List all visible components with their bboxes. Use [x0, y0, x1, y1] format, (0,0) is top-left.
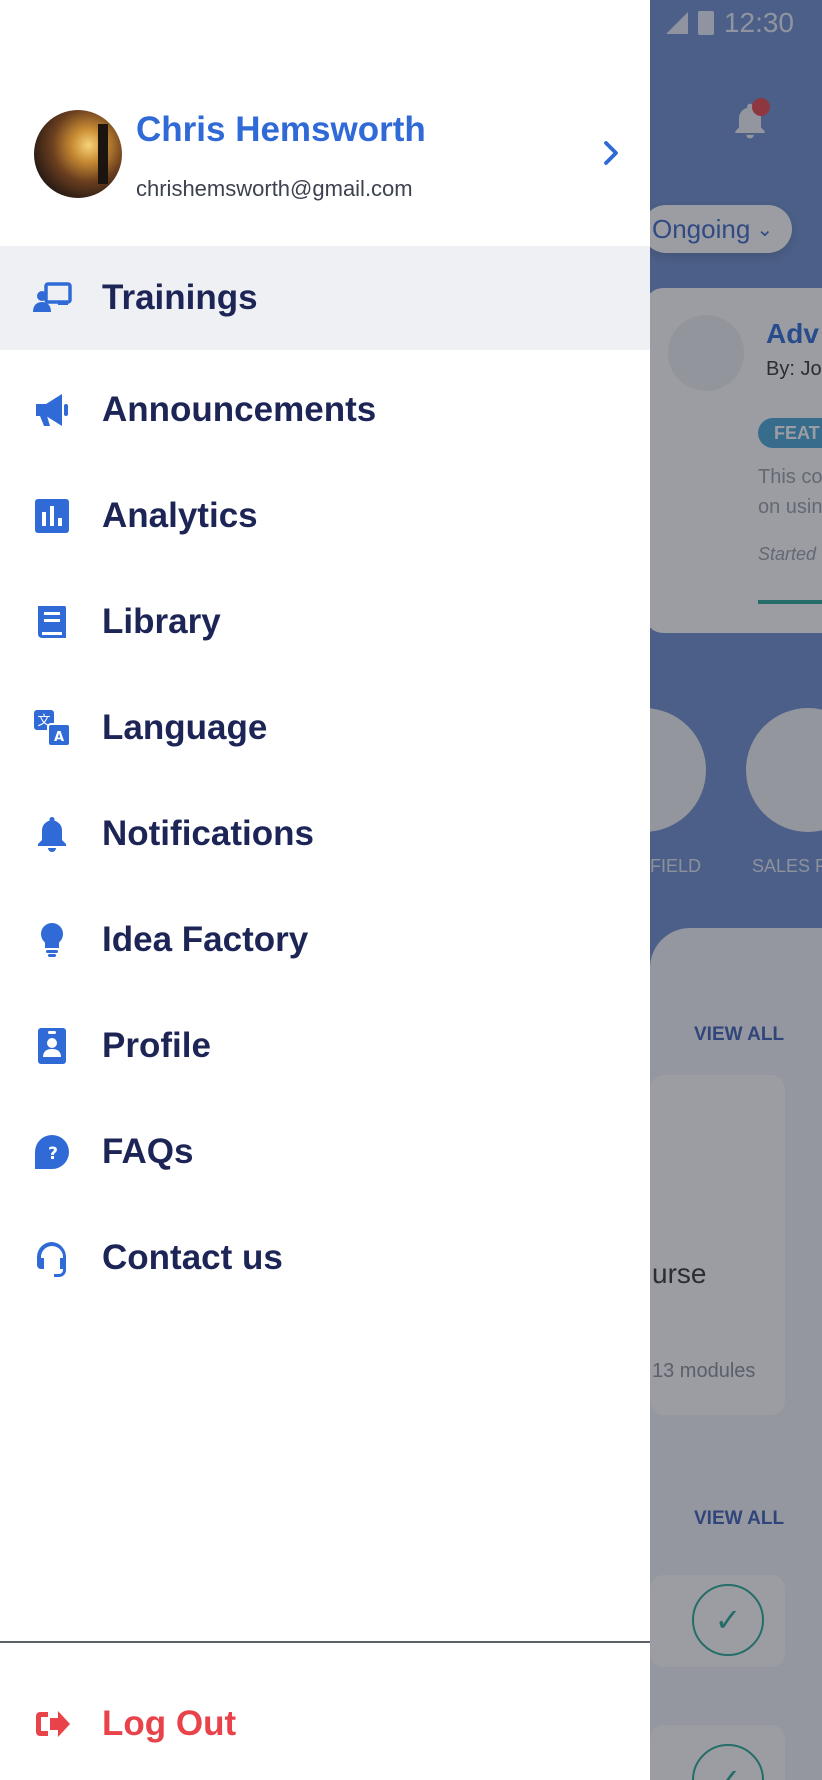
translate-icon: 文 A — [34, 710, 71, 747]
logout-icon — [36, 1711, 70, 1737]
menu-item-label: Announcements — [102, 390, 377, 429]
menu-item-label: Library — [102, 602, 221, 641]
menu-item-faqs[interactable]: ? FAQs — [0, 1100, 650, 1204]
megaphone-icon — [36, 394, 68, 426]
lightbulb-icon — [40, 923, 64, 957]
menu-item-library[interactable]: Library — [0, 570, 650, 674]
menu-item-label: Analytics — [102, 496, 258, 535]
menu-item-analytics[interactable]: Analytics — [0, 464, 650, 568]
profile-email: chrishemsworth@gmail.com — [136, 176, 413, 201]
menu-item-label: FAQs — [102, 1132, 194, 1171]
menu-item-label: Trainings — [102, 278, 258, 317]
id-badge-icon — [38, 1028, 66, 1064]
menu-item-language[interactable]: 文 A Language — [0, 676, 650, 780]
avatar — [34, 110, 122, 198]
menu-item-idea-factory[interactable]: Idea Factory — [0, 888, 650, 992]
logout-button[interactable]: Log Out — [0, 1672, 650, 1776]
navigation-drawer: Chris Hemsworth chrishemsworth@gmail.com… — [0, 0, 650, 1780]
logout-label: Log Out — [102, 1704, 237, 1743]
headset-icon — [37, 1242, 67, 1277]
profile-header[interactable]: Chris Hemsworth chrishemsworth@gmail.com — [0, 0, 650, 246]
question-icon: ? — [35, 1135, 70, 1169]
menu-item-label: Language — [102, 708, 268, 747]
menu-item-notifications[interactable]: Notifications — [0, 782, 650, 886]
menu-item-label: Profile — [102, 1026, 211, 1065]
divider — [0, 1641, 650, 1643]
profile-name: Chris Hemsworth — [136, 110, 426, 149]
svg-text:?: ? — [48, 1144, 58, 1164]
menu-item-label: Idea Factory — [102, 920, 309, 959]
menu-item-profile[interactable]: Profile — [0, 994, 650, 1098]
svg-text:A: A — [54, 730, 64, 745]
book-icon — [38, 606, 66, 638]
menu-item-label: Contact us — [102, 1238, 283, 1277]
menu-item-announcements[interactable]: Announcements — [0, 358, 650, 462]
trainings-icon — [33, 282, 72, 312]
menu-item-contact-us[interactable]: Contact us — [0, 1206, 650, 1310]
menu-item-trainings[interactable]: Trainings — [0, 246, 650, 350]
bell-icon — [38, 817, 66, 852]
chevron-right-icon[interactable] — [596, 138, 626, 168]
menu-item-label: Notifications — [102, 814, 314, 853]
analytics-icon — [35, 499, 69, 533]
